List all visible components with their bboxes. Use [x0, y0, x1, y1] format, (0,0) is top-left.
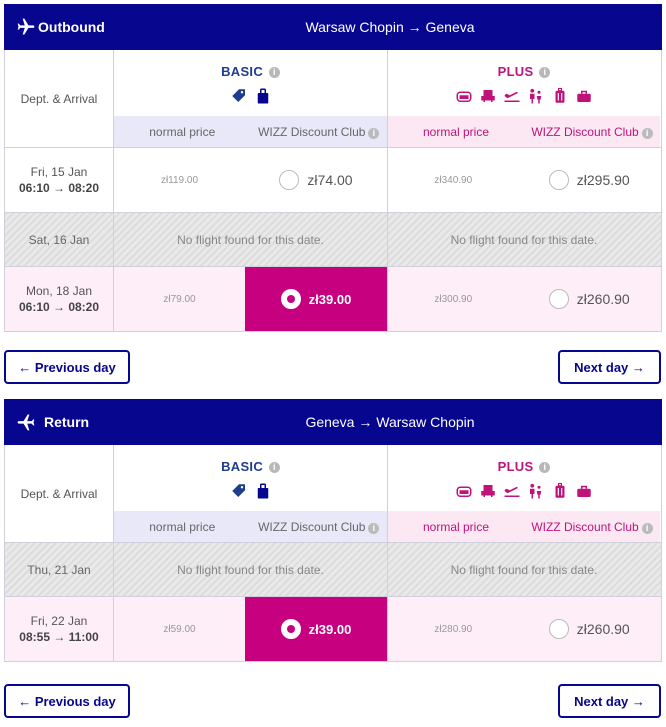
- flight-date: Sat, 16 Jan: [28, 232, 90, 247]
- flight-date: Fri, 22 Jan: [30, 614, 88, 628]
- previous-day-button[interactable]: ← Previous day: [4, 684, 130, 718]
- info-icon[interactable]: i: [368, 522, 380, 534]
- info-icon[interactable]: i: [268, 67, 280, 78]
- club-price-label: WIZZ Discount Club i: [251, 520, 388, 534]
- plane-icon: [17, 18, 35, 35]
- radio-button[interactable]: [548, 619, 569, 639]
- family-icon: [530, 88, 542, 104]
- plus-normal-price: zł280.90: [434, 623, 473, 635]
- basic-normal-price: zł59.00: [163, 623, 196, 635]
- plane-icon: [17, 414, 35, 431]
- no-flight-row: Thu, 21 Jan No flight found for this dat…: [5, 543, 661, 597]
- basic-fare-name: BASIC: [221, 459, 264, 474]
- flight-row: Mon, 18 Jan 06:10 → 08:20 zł79.00 zł39.00…: [5, 267, 661, 331]
- basic-club-price-option[interactable]: zł39.00: [245, 597, 387, 661]
- next-day-button[interactable]: Next day →: [558, 684, 661, 718]
- next-day-button[interactable]: Next day →: [558, 350, 661, 384]
- no-flight-text: No flight found for this date.: [177, 562, 324, 577]
- seat-icon: [456, 91, 472, 102]
- no-flight-text: No flight found for this date.: [387, 213, 660, 266]
- plus-fare-column: PLUS i normal price WIZZ Discount Club i: [387, 50, 660, 147]
- trolley-icon: [555, 87, 565, 103]
- plus-club-price-option[interactable]: zł260.90: [519, 267, 660, 331]
- radio-button[interactable]: [548, 170, 569, 190]
- info-icon[interactable]: i: [539, 462, 551, 473]
- info-icon[interactable]: i: [268, 462, 280, 473]
- basic-normal-price: zł119.00: [160, 174, 199, 186]
- radio-button-selected[interactable]: [280, 289, 301, 309]
- basic-club-price-option[interactable]: zł39.00: [245, 267, 387, 331]
- plane-icon: [504, 91, 520, 102]
- outbound-header: Outbound Warsaw Chopin → Geneva: [4, 4, 662, 50]
- plus-normal-price: zł300.90: [434, 293, 473, 305]
- bag-icon: [257, 88, 268, 104]
- normal-price-label: normal price: [422, 124, 490, 139]
- info-icon[interactable]: i: [539, 67, 551, 78]
- basic-fare-column: BASIC i normal price WIZZ Discount Club i: [114, 445, 387, 542]
- return-section: Return Geneva → Warsaw Chopin Dept. & Ar…: [4, 399, 662, 662]
- bag-icon: [577, 485, 591, 497]
- club-price-label: WIZZ Discount Club i: [524, 520, 660, 534]
- club-price-label: WIZZ Discount Club i: [251, 125, 388, 139]
- info-icon[interactable]: i: [641, 522, 653, 534]
- plus-fare-name: PLUS: [497, 459, 534, 474]
- seat-icon: [456, 486, 472, 497]
- armchair-icon: [481, 90, 495, 102]
- flight-time: 06:10 → 08:20: [18, 300, 100, 314]
- basic-fare-column: BASIC i normal price WIZZ Discount Club i: [114, 50, 387, 147]
- info-icon[interactable]: i: [641, 127, 653, 139]
- flight-date: Thu, 21 Jan: [27, 562, 91, 577]
- armchair-icon: [481, 485, 495, 497]
- plus-normal-price: zł340.90: [434, 174, 473, 186]
- flight-date: Mon, 18 Jan: [25, 284, 93, 298]
- dept-arrival-label: Dept. & Arrival: [5, 445, 114, 542]
- no-flight-row: Sat, 16 Jan No flight found for this dat…: [5, 213, 661, 267]
- normal-price-label: normal price: [149, 519, 216, 534]
- no-flight-text: No flight found for this date.: [177, 232, 324, 247]
- normal-price-label: normal price: [422, 519, 490, 534]
- bag-icon: [577, 90, 591, 102]
- return-title: Return: [44, 414, 90, 430]
- tag-icon: [231, 484, 245, 497]
- info-icon[interactable]: i: [368, 127, 380, 139]
- no-flight-text: No flight found for this date.: [387, 543, 660, 596]
- plus-club-price-option[interactable]: zł260.90: [519, 597, 660, 661]
- club-price-label: WIZZ Discount Club i: [524, 125, 660, 139]
- return-route: Geneva → Warsaw Chopin: [305, 414, 475, 430]
- flight-time: 06:10 → 08:20: [18, 181, 100, 195]
- dept-arrival-label: Dept. & Arrival: [5, 50, 114, 147]
- outbound-title: Outbound: [38, 19, 105, 35]
- tag-icon: [231, 89, 245, 102]
- plus-fare-column: PLUS i normal price WIZZ Discount Club i: [387, 445, 660, 542]
- previous-day-button[interactable]: ← Previous day: [4, 350, 130, 384]
- family-icon: [530, 483, 542, 499]
- plane-icon: [504, 486, 520, 497]
- basic-club-price-option[interactable]: zł74.00: [245, 148, 387, 212]
- plus-fare-name: PLUS: [497, 64, 534, 79]
- outbound-route: Warsaw Chopin → Geneva: [305, 19, 475, 35]
- trolley-icon: [555, 482, 565, 498]
- flight-date: Fri, 15 Jan: [30, 165, 88, 179]
- return-header: Return Geneva → Warsaw Chopin: [4, 399, 662, 445]
- radio-button[interactable]: [548, 289, 569, 309]
- bag-icon: [257, 483, 268, 499]
- flight-row: Fri, 15 Jan 06:10 → 08:20 zł119.00 zł74.0…: [5, 148, 661, 213]
- plus-club-price-option[interactable]: zł295.90: [519, 148, 660, 212]
- flight-row: Fri, 22 Jan 08:55 → 11:00 zł59.00 zł39.00…: [5, 597, 661, 661]
- normal-price-label: normal price: [149, 124, 216, 139]
- radio-button[interactable]: [279, 170, 300, 190]
- basic-fare-name: BASIC: [221, 64, 264, 79]
- radio-button-selected[interactable]: [280, 619, 301, 639]
- outbound-section: Outbound Warsaw Chopin → Geneva Dept. & …: [4, 4, 662, 332]
- flight-time: 08:55 → 11:00: [19, 630, 99, 644]
- basic-normal-price: zł79.00: [163, 293, 196, 305]
